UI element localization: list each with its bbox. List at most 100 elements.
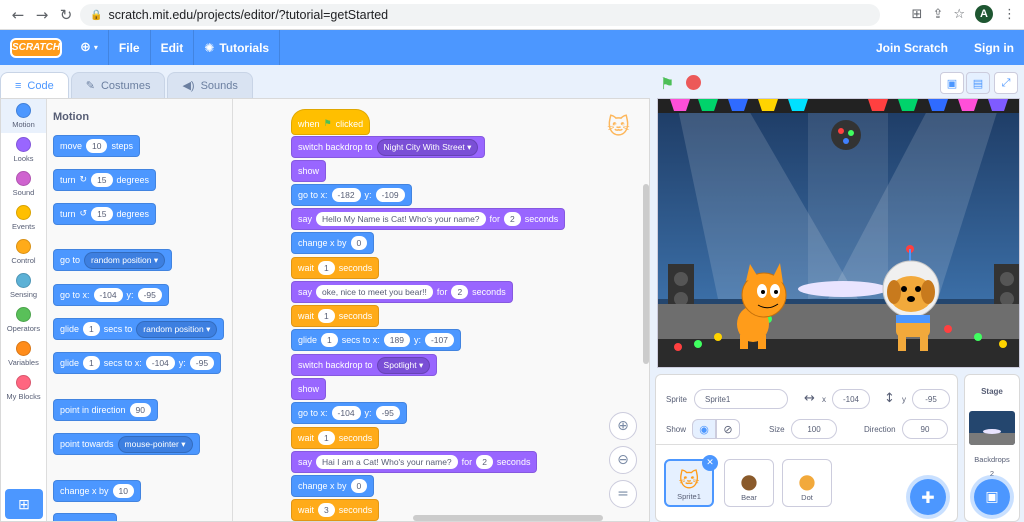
sprite-name-field[interactable]: Sprite1 [694, 389, 788, 409]
block-input[interactable]: -95 [375, 406, 400, 420]
block-input[interactable]: 15 [91, 173, 113, 187]
block-say-for[interactable]: say oke, nice to meet you bear!! for 2 secon… [291, 281, 513, 303]
block-change-x[interactable]: change x by 10 [53, 480, 142, 502]
script-vertical-scrollbar[interactable] [643, 184, 649, 364]
category-looks[interactable]: Looks [1, 133, 46, 167]
block-input[interactable]: Hai I am a Cat! Who's your name? [316, 455, 458, 469]
block-change-x[interactable]: change x by 0 [291, 232, 375, 254]
menu-icon[interactable]: ⋮ [1003, 7, 1016, 22]
size-field[interactable]: 100 [791, 419, 837, 439]
block-input[interactable]: -95 [137, 288, 162, 302]
category-operators[interactable]: Operators [1, 303, 46, 337]
block-wait[interactable]: wait 3 seconds [291, 499, 380, 521]
block-wait[interactable]: wait 1 seconds [291, 257, 380, 279]
block-dropdown[interactable]: Spotlight ▾ [376, 356, 431, 374]
profile-avatar[interactable]: A [975, 5, 993, 23]
file-menu[interactable]: File [109, 30, 151, 65]
category-control[interactable]: Control [1, 235, 46, 269]
stage-target-pane[interactable]: Stage Backdrops 2 ▣ [964, 374, 1020, 522]
block-glide-xy[interactable]: glide 1 secs to x: 189 y: -107 [291, 329, 461, 351]
block-input[interactable]: 10 [86, 139, 108, 153]
show-hidden-button[interactable]: ⊘ [716, 419, 740, 439]
large-stage-button[interactable]: ▤ [966, 72, 990, 94]
block-input[interactable]: 0 [350, 236, 368, 250]
block-point-towards[interactable]: point towards mouse-pointer ▾ [53, 433, 200, 455]
block-goto-xy[interactable]: go to x: -104 y: -95 [53, 284, 169, 306]
category-sensing[interactable]: Sensing [1, 269, 46, 303]
back-icon[interactable]: ← [6, 6, 30, 24]
block-partial[interactable] [53, 513, 117, 521]
category-variables[interactable]: Variables [1, 337, 46, 371]
block-input[interactable]: 2 [504, 212, 521, 226]
block-input[interactable]: 15 [91, 207, 113, 221]
block-say-for[interactable]: say Hello My Name is Cat! Who's your name… [291, 208, 566, 230]
block-dropdown[interactable]: Night City With Street ▾ [376, 138, 479, 156]
script-horizontal-scrollbar[interactable] [413, 515, 603, 521]
block-goto[interactable]: go to random position ▾ [53, 249, 173, 271]
reload-icon[interactable]: ↻ [54, 6, 78, 24]
block-say-for[interactable]: say Hai I am a Cat! Who's your name? for 2 s… [291, 451, 538, 473]
block-input[interactable]: -104 [331, 406, 361, 420]
tab-costumes[interactable]: ✎ Costumes [70, 72, 166, 98]
block-dropdown[interactable]: random position ▾ [136, 320, 218, 338]
block-input[interactable]: 3 [318, 503, 335, 517]
star-icon[interactable]: ☆ [953, 7, 965, 22]
sprite-thumb-dot[interactable]: ● Dot [782, 459, 832, 507]
script-area[interactable]: 🐱 when ⚑ clicked switch backdrop to Night C… [233, 99, 649, 521]
block-glide-xy[interactable]: glide 1 secs to x: -104 y: -95 [53, 352, 222, 374]
category-my-blocks[interactable]: My Blocks [1, 371, 46, 405]
block-change-x[interactable]: change x by 0 [291, 475, 375, 497]
block-input[interactable]: oke, nice to meet you bear!! [316, 285, 433, 299]
block-input[interactable]: -182 [331, 188, 361, 202]
block-input[interactable]: 1 [318, 309, 335, 323]
block-input[interactable]: 1 [83, 322, 100, 336]
scratch-logo[interactable]: SCRATCH [10, 37, 62, 58]
block-show[interactable]: show [291, 378, 327, 400]
block-dropdown[interactable]: random position ▾ [84, 251, 166, 269]
block-switch-backdrop[interactable]: switch backdrop to Night City With Street… [291, 136, 486, 158]
block-input[interactable]: 1 [83, 356, 100, 370]
sprite-thumb-sprite1[interactable]: 🐱 Sprite1 ✕ [664, 455, 718, 507]
zoom-reset-button[interactable]: = [609, 480, 637, 508]
block-point-direction[interactable]: point in direction 90 [53, 399, 159, 421]
block-dropdown[interactable]: mouse-pointer ▾ [117, 435, 193, 453]
sign-in-link[interactable]: Sign in [974, 41, 1014, 55]
direction-field[interactable]: 90 [902, 419, 948, 439]
stage-thumbnail[interactable] [969, 411, 1015, 445]
forward-icon[interactable]: → [30, 6, 54, 24]
category-events[interactable]: Events [1, 201, 46, 235]
show-visible-button[interactable]: ◉ [692, 419, 716, 439]
block-wait[interactable]: wait 1 seconds [291, 427, 380, 449]
block-input[interactable]: 2 [451, 285, 469, 299]
block-input[interactable]: 2 [476, 455, 493, 469]
add-backdrop-button[interactable]: ▣ [974, 479, 1010, 515]
tab-sounds[interactable]: ◀) Sounds [167, 72, 253, 98]
block-turn-left[interactable]: turn ↺ 15 degrees [53, 203, 157, 225]
x-field[interactable]: -104 [832, 389, 870, 409]
category-motion[interactable]: Motion [1, 99, 46, 133]
block-input[interactable]: -109 [375, 188, 405, 202]
tab-code[interactable]: ≡ Code [0, 72, 69, 98]
block-input[interactable]: 189 [383, 333, 410, 347]
join-scratch-link[interactable]: Join Scratch [876, 41, 948, 55]
stop-button[interactable] [686, 75, 701, 90]
delete-sprite-button[interactable]: ✕ [702, 455, 718, 471]
block-input[interactable]: -104 [93, 288, 123, 302]
block-turn-right[interactable]: turn ↻ 15 degrees [53, 169, 157, 191]
block-input[interactable]: 1 [321, 333, 338, 347]
green-flag-button[interactable]: ⚑ [660, 74, 674, 93]
block-goto-xy[interactable]: go to x: -182 y: -109 [291, 184, 412, 206]
add-extension-button[interactable]: ⊞ [5, 489, 43, 519]
block-input[interactable]: -104 [145, 356, 175, 370]
block-move[interactable]: move 10 steps [53, 135, 140, 157]
zoom-out-button[interactable]: ⊖ [609, 446, 637, 474]
block-input[interactable]: 0 [350, 479, 368, 493]
block-input[interactable]: 10 [112, 484, 135, 498]
add-sprite-button[interactable]: ✚ [910, 479, 946, 515]
block-show[interactable]: show [291, 160, 327, 182]
tutorials-button[interactable]: ✺ Tutorials [194, 30, 281, 65]
category-sound[interactable]: Sound [1, 167, 46, 201]
fullscreen-button[interactable]: ⤢ [994, 72, 1018, 94]
block-glide-to[interactable]: glide 1 secs to random position ▾ [53, 318, 225, 340]
block-switch-backdrop[interactable]: switch backdrop to Spotlight ▾ [291, 354, 438, 376]
